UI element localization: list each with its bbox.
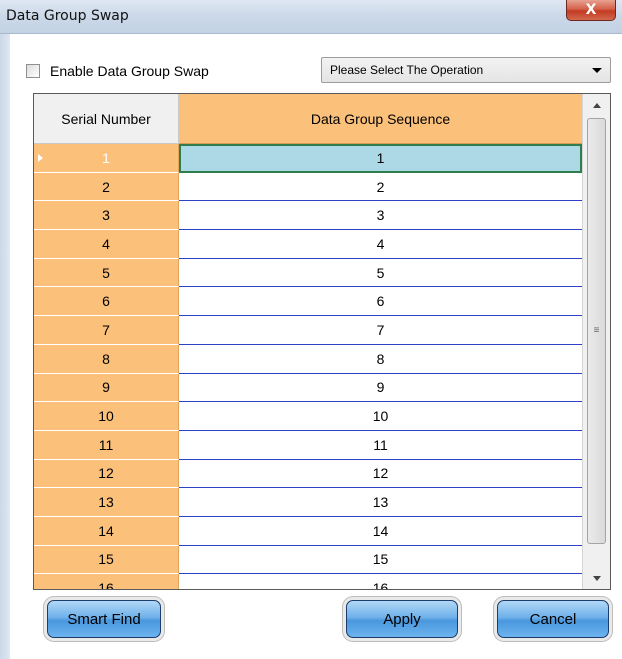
scroll-thumb[interactable]: ≡	[587, 118, 606, 544]
table-row[interactable]: 16 16	[34, 574, 582, 590]
serial-number-text: 9	[102, 379, 110, 396]
serial-number-cell[interactable]: 9	[34, 373, 179, 403]
enable-swap-checkbox[interactable]	[26, 64, 40, 78]
data-group-sequence-cell[interactable]: 10	[179, 402, 582, 431]
serial-number-cell[interactable]: 14	[34, 516, 179, 546]
data-group-sequence-cell[interactable]: 3	[179, 201, 582, 231]
data-group-swap-dialog: Data Group Swap X Enable Data Group Swap…	[0, 0, 622, 659]
serial-number-text: 7	[102, 321, 110, 338]
serial-number-cell[interactable]: 15	[34, 545, 179, 575]
data-group-sequence-cell[interactable]: 1	[179, 144, 582, 173]
table-row[interactable]: 33	[34, 201, 582, 231]
column-header-serial-number[interactable]: Serial Number	[34, 94, 179, 144]
smart-find-button[interactable]: Smart Find	[47, 600, 161, 638]
serial-number-cell[interactable]: 11	[34, 430, 179, 460]
chevron-down-icon	[592, 68, 602, 73]
serial-number-text: 6	[102, 293, 110, 310]
serial-number-text: 12	[98, 465, 114, 482]
serial-number-cell[interactable]: 1	[34, 144, 179, 173]
serial-number-text: 4	[102, 235, 110, 252]
serial-number-cell[interactable]: 16	[34, 574, 179, 590]
data-group-sequence-cell[interactable]: 12	[179, 459, 582, 489]
table-row[interactable]: 44	[34, 230, 582, 259]
data-group-sequence-cell[interactable]: 2	[179, 172, 582, 202]
data-group-sequence-cell[interactable]: 6	[179, 287, 582, 317]
grid-header: Serial Number Data Group Sequence	[34, 94, 582, 144]
serial-number-text: 8	[102, 350, 110, 367]
serial-number-cell[interactable]: 8	[34, 344, 179, 374]
enable-swap-label[interactable]: Enable Data Group Swap	[50, 63, 209, 79]
table-row[interactable]: 13 13	[34, 488, 582, 517]
operation-select-value: Please Select The Operation	[330, 63, 484, 77]
table-row[interactable]: 15 15	[34, 545, 582, 575]
serial-number-cell[interactable]: 13	[34, 488, 179, 517]
table-row[interactable]: 10 10	[34, 402, 582, 431]
serial-number-text: 11	[98, 436, 114, 453]
data-group-sequence-cell[interactable]: 9	[179, 373, 582, 403]
data-group-grid: Serial Number Data Group Sequence 112233…	[33, 93, 611, 590]
serial-number-text: 3	[102, 207, 110, 224]
serial-number-cell[interactable]: 4	[34, 230, 179, 259]
close-icon: X	[585, 2, 597, 18]
cancel-button[interactable]: Cancel	[497, 600, 609, 638]
serial-number-cell[interactable]: 6	[34, 287, 179, 317]
grid-rows: 1 1 2 2 3 3 4 4 5 5 6 6 7 7 8 8 9 9 10 10 11 11 12 12 13 13 14 14 15…	[34, 144, 582, 590]
vertical-scrollbar[interactable]: ≡	[582, 94, 610, 589]
row-pointer-icon	[38, 153, 43, 162]
table-row[interactable]: 11 11	[34, 430, 582, 460]
scroll-down-icon	[593, 575, 601, 581]
table-row[interactable]: 77	[34, 316, 582, 345]
serial-number-text: 13	[98, 494, 114, 511]
table-row[interactable]: 66	[34, 287, 582, 317]
data-group-sequence-cell[interactable]: 8	[179, 344, 582, 374]
data-group-sequence-cell[interactable]: 4	[179, 230, 582, 259]
scroll-down-button[interactable]	[583, 567, 610, 589]
operation-select[interactable]: Please Select The Operation	[321, 57, 611, 83]
scroll-up-icon	[593, 102, 601, 108]
serial-number-cell[interactable]: 7	[34, 316, 179, 345]
window-frame-left	[0, 34, 10, 659]
table-row[interactable]: 99	[34, 373, 582, 403]
serial-number-cell[interactable]: 5	[34, 258, 179, 288]
enable-swap-row[interactable]: Enable Data Group Swap	[26, 61, 209, 81]
serial-number-text: 2	[102, 178, 110, 195]
table-row[interactable]: 12 12	[34, 459, 582, 489]
scroll-up-button[interactable]	[583, 94, 610, 116]
data-group-sequence-cell[interactable]: 15	[179, 545, 582, 575]
serial-number-text: 14	[98, 522, 114, 539]
serial-number-text: 5	[102, 264, 110, 281]
data-group-sequence-cell[interactable]: 14	[179, 516, 582, 546]
data-group-sequence-cell[interactable]: 5	[179, 258, 582, 288]
serial-number-text: 16	[98, 580, 114, 590]
data-group-sequence-cell[interactable]: 13	[179, 488, 582, 517]
serial-number-cell[interactable]: 10	[34, 402, 179, 431]
apply-button[interactable]: Apply	[346, 600, 458, 638]
serial-number-text: 15	[98, 551, 114, 568]
serial-number-cell[interactable]: 3	[34, 201, 179, 231]
serial-number-text: 1	[102, 149, 110, 166]
close-button[interactable]: X	[566, 0, 616, 21]
serial-number-text: 10	[98, 408, 114, 425]
data-group-sequence-cell[interactable]: 16	[179, 574, 582, 589]
table-row[interactable]: 88	[34, 344, 582, 374]
serial-number-cell[interactable]: 2	[34, 172, 179, 202]
table-row[interactable]: 22	[34, 172, 582, 202]
table-row[interactable]: 11	[34, 144, 582, 173]
column-header-data-group-sequence[interactable]: Data Group Sequence	[179, 94, 582, 144]
table-row[interactable]: 55	[34, 258, 582, 288]
serial-number-cell[interactable]: 12	[34, 459, 179, 489]
table-row[interactable]: 14 14	[34, 516, 582, 546]
data-group-sequence-cell[interactable]: 7	[179, 316, 582, 345]
data-group-sequence-cell[interactable]: 11	[179, 430, 582, 460]
title-bar[interactable]: Data Group Swap X	[0, 0, 622, 34]
window-title: Data Group Swap	[6, 8, 129, 24]
grip-icon: ≡	[593, 325, 600, 336]
